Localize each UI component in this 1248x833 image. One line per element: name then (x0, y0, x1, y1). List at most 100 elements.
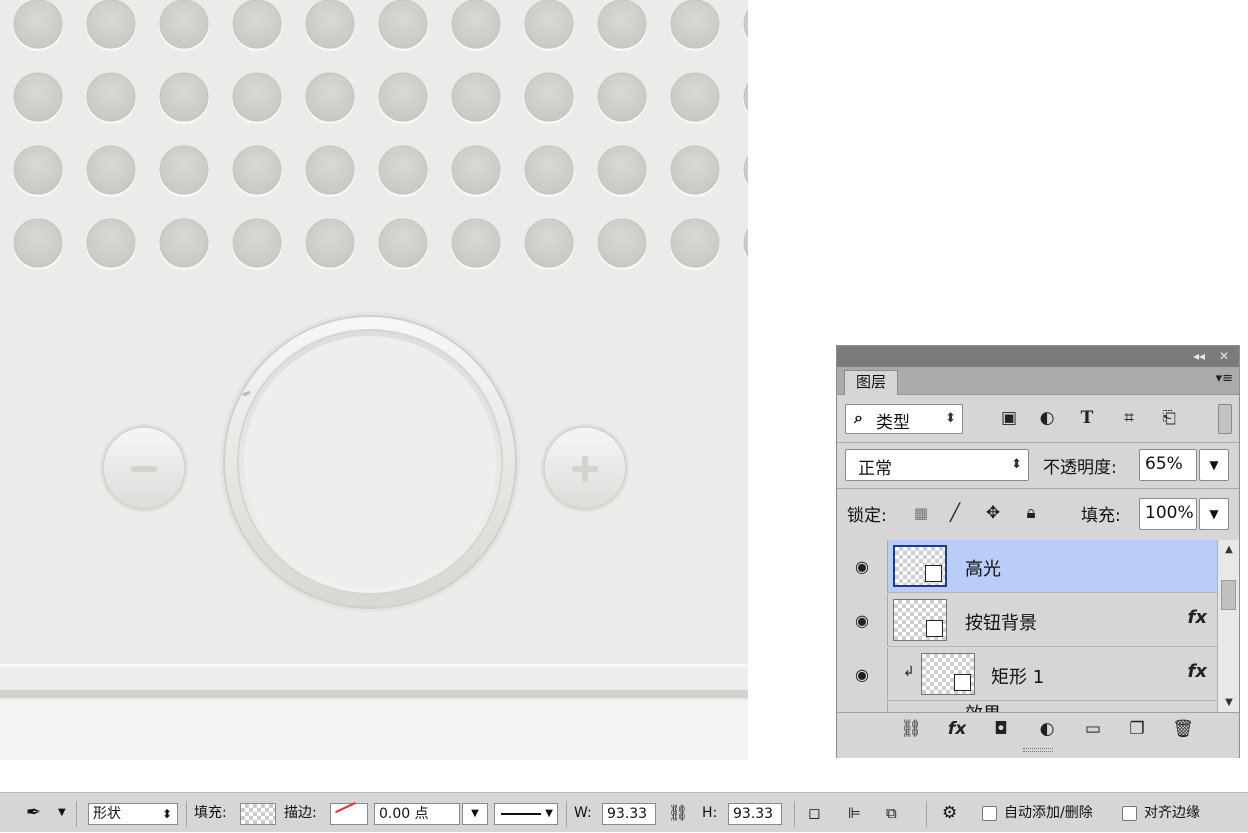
tool-mode-dropdown[interactable]: 形状 ⬍ (88, 803, 178, 825)
new-layer-icon[interactable]: ❐ (1125, 717, 1149, 741)
path-arrangement-icon[interactable]: ⧉ (886, 793, 897, 833)
clipping-arrow-icon: ↲ (903, 664, 915, 680)
fx-icon[interactable]: fx (1188, 661, 1207, 682)
opacity-dropdown-button[interactable]: ▼ (1199, 449, 1229, 481)
layer-row[interactable]: ◉ 高光 (837, 540, 1217, 593)
filter-toggle[interactable] (1218, 404, 1232, 434)
add-style-icon[interactable]: fx (945, 717, 969, 741)
grill-hole (232, 72, 282, 122)
adjustment-filter-icon[interactable]: ◐ (1035, 406, 1059, 430)
vector-shape-icon (954, 674, 971, 691)
grill-hole (86, 145, 136, 195)
scroll-thumb[interactable] (1221, 580, 1236, 610)
smart-object-filter-icon[interactable]: ⎗ (1157, 406, 1181, 430)
lock-all-icon[interactable]: 🔒︎ (1019, 501, 1043, 525)
main-dial-button[interactable] (220, 312, 520, 612)
lock-position-icon[interactable]: ✥ (981, 501, 1005, 525)
layer-row[interactable]: ◉ 按钮背景 fx (837, 594, 1217, 647)
close-icon[interactable]: ✕ (1219, 348, 1229, 364)
type-filter-icon[interactable]: T (1075, 406, 1099, 430)
new-adjustment-icon[interactable]: ◐ (1035, 717, 1059, 741)
auto-add-delete-checkbox[interactable] (982, 806, 997, 821)
trash-icon[interactable]: 🗑︎ (1171, 717, 1195, 741)
opacity-input[interactable]: 65% (1139, 449, 1197, 481)
stroke-style-dropdown[interactable]: ▼ (494, 803, 558, 825)
grill-hole (597, 0, 647, 49)
document-canvas[interactable] (0, 0, 748, 760)
layer-row[interactable]: ◉ ↲ 矩形 1 fx (837, 648, 1217, 701)
grill-hole (86, 0, 136, 49)
collapse-icon[interactable]: ◂◂ (1193, 348, 1205, 364)
minus-icon (131, 466, 157, 472)
fill-dropdown-button[interactable]: ▼ (1199, 498, 1229, 530)
layer-name: 矩形 1 (991, 667, 1045, 688)
scroll-down-icon[interactable]: ▼ (1218, 697, 1240, 708)
link-icon[interactable]: ⛓ (668, 793, 688, 833)
plus-button[interactable] (541, 424, 629, 512)
updown-icon: ⬍ (945, 411, 956, 426)
grill-hole (13, 218, 63, 268)
grill-hole (86, 218, 136, 268)
grill-hole (451, 0, 501, 49)
layers-scrollbar[interactable]: ▲ ▼ (1217, 540, 1239, 712)
eye-icon[interactable]: ◉ (837, 648, 888, 701)
lock-transparent-icon[interactable]: ▦ (909, 501, 933, 525)
grill-hole (378, 72, 428, 122)
gear-icon[interactable]: ⚙ (942, 793, 957, 833)
bottom-rail-highlight (0, 664, 748, 667)
fill-label: 填充: (194, 805, 227, 821)
layers-panel: ◂◂ ✕ 图层 ▾≡ ⌕ 类型 ⬍ ▣ ◐ T ⌗ ⎗ 正常 ⬍ 不透明度: 6… (836, 345, 1240, 758)
new-group-icon[interactable]: ▭ (1081, 717, 1105, 741)
grill-hole (670, 0, 720, 49)
pen-tool-icon[interactable]: ✒ (26, 793, 41, 833)
fill-input[interactable]: 100% (1139, 498, 1197, 530)
stroke-width-dropdown[interactable]: ▼ (462, 803, 488, 825)
layer-thumbnail (893, 599, 947, 641)
layer-row[interactable]: 效果 (837, 702, 1217, 712)
align-edges-checkbox[interactable] (1122, 806, 1137, 821)
chevron-down-icon[interactable]: ▼ (58, 793, 66, 833)
image-filter-icon[interactable]: ▣ (997, 406, 1021, 430)
panel-menu-icon[interactable]: ▾≡ (1216, 371, 1233, 386)
fill-swatch[interactable] (240, 803, 276, 825)
filter-type-dropdown[interactable]: ⌕ 类型 ⬍ (845, 404, 963, 434)
path-alignment-icon[interactable]: ⊫ (848, 793, 861, 833)
no-stroke-icon (335, 802, 361, 824)
updown-icon: ⬍ (161, 807, 172, 821)
stroke-swatch[interactable] (330, 802, 368, 825)
grill-hole (378, 218, 428, 268)
stroke-width-input[interactable]: 0.00 点 (374, 803, 460, 825)
align-edges-label: 对齐边缘 (1144, 805, 1200, 821)
lock-row: 锁定: ▦ ╱ ✥ 🔒︎ 填充: 100% ▼ (837, 489, 1239, 539)
grill-hole (451, 145, 501, 195)
fx-icon[interactable]: fx (1188, 607, 1207, 628)
path-operations-icon[interactable]: ◻ (808, 793, 820, 833)
add-mask-icon[interactable]: ◘ (989, 717, 1013, 741)
blend-row: 正常 ⬍ 不透明度: 65% ▼ (837, 443, 1239, 487)
layer-name: 效果 (965, 700, 1001, 712)
width-input[interactable]: 93.33 (602, 803, 656, 825)
scroll-up-icon[interactable]: ▲ (1218, 544, 1240, 555)
grill-hole (159, 0, 209, 49)
eye-icon[interactable] (837, 702, 888, 712)
panel-title-bar: ◂◂ ✕ (837, 346, 1239, 367)
eye-icon[interactable]: ◉ (837, 594, 888, 647)
grill-hole (451, 72, 501, 122)
grill-hole (378, 145, 428, 195)
layer-name: 按钮背景 (965, 613, 1037, 634)
auto-add-delete-label: 自动添加/删除 (1004, 805, 1093, 821)
tab-layers[interactable]: 图层 (844, 370, 898, 395)
lock-brush-icon[interactable]: ╱ (943, 501, 967, 525)
resize-grip[interactable] (1023, 748, 1053, 752)
grill-hole (451, 218, 501, 268)
eye-icon[interactable]: ◉ (837, 540, 888, 593)
minus-button[interactable] (100, 424, 188, 512)
grill-hole (159, 72, 209, 122)
chevron-down-icon: ▼ (1209, 458, 1219, 472)
layer-thumbnail (921, 653, 975, 695)
shape-filter-icon[interactable]: ⌗ (1117, 406, 1141, 430)
height-input[interactable]: 93.33 (728, 803, 782, 825)
blend-mode-dropdown[interactable]: 正常 ⬍ (845, 449, 1029, 481)
grill-hole (159, 145, 209, 195)
link-layers-icon[interactable]: ⛓ (899, 717, 923, 741)
